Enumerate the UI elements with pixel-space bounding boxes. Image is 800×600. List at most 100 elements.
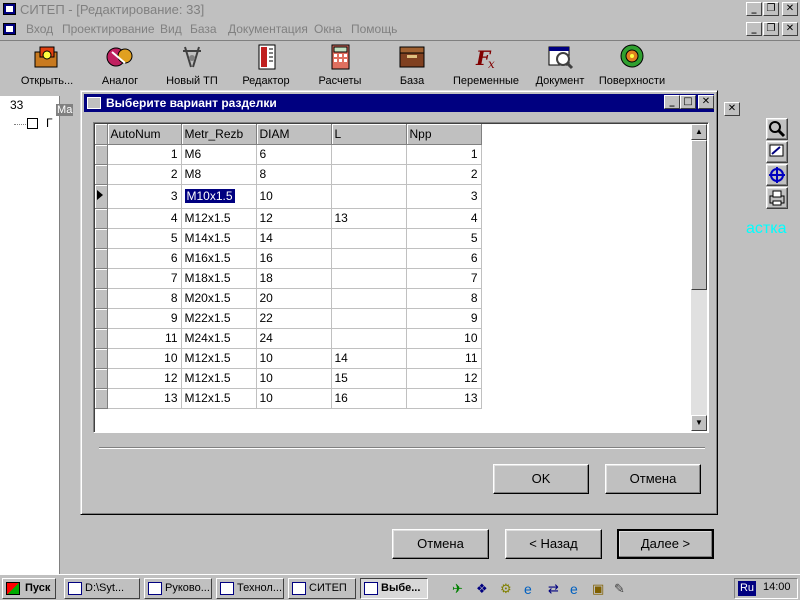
table-row[interactable]: 3 M10x1.5 10 3 [95,184,488,209]
row-indicator[interactable] [95,288,108,309]
toolbar-open-button[interactable]: Открыть... [14,43,80,91]
tree-expand-icon[interactable] [27,118,38,129]
column-header-metr-rezb[interactable]: Metr_Rezb [181,124,257,145]
toolbar-calculations-button[interactable]: Расчеты [312,43,368,91]
cell-autonum[interactable]: 12 [107,368,182,389]
cell-autonum[interactable]: 6 [107,248,182,269]
language-indicator[interactable]: Ru [738,581,756,596]
app-launch-icon[interactable]: ✈ [452,581,468,597]
table-row[interactable]: 2 M8 8 2 [95,164,488,185]
cell-metr-rezb[interactable]: M12x1.5 [181,208,257,229]
cell-l[interactable]: 13 [331,208,407,229]
cell-l[interactable] [331,328,407,349]
toolbar-analog-button[interactable]: Аналог [92,43,148,91]
cell-diam[interactable]: 10 [256,368,332,389]
taskbar-task[interactable]: Технол... [216,578,284,599]
grid-vertical-scrollbar[interactable]: ▲ ▼ [691,124,707,431]
row-indicator[interactable] [95,368,108,389]
cell-autonum[interactable]: 10 [107,348,182,369]
cell-autonum[interactable]: 4 [107,208,182,229]
row-indicator[interactable] [95,248,108,269]
cell-diam[interactable]: 22 [256,308,332,329]
menu-item-dokumentaciya[interactable]: Документация [228,22,308,36]
cell-l[interactable]: 15 [331,368,407,389]
cell-diam[interactable]: 12 [256,208,332,229]
cell-diam[interactable]: 6 [256,144,332,165]
table-row[interactable]: 10 M12x1.5 10 14 11 [95,348,488,369]
scroll-up-icon[interactable]: ▲ [691,124,707,140]
table-row[interactable]: 9 M22x1.5 22 9 [95,308,488,329]
row-indicator[interactable] [95,348,108,369]
cell-npp[interactable]: 3 [406,184,482,209]
app-icon[interactable] [3,3,16,15]
tree-node-label[interactable]: Г [46,116,53,130]
cell-npp[interactable]: 10 [406,328,482,349]
cell-metr-rezb[interactable]: M18x1.5 [181,268,257,289]
cell-metr-rezb[interactable]: M12x1.5 [181,388,257,409]
row-indicator[interactable] [95,268,108,289]
cell-npp[interactable]: 2 [406,164,482,185]
doc-close-icon[interactable]: ✕ [782,22,798,36]
network-icon[interactable]: ❖ [476,581,492,597]
cell-autonum[interactable]: 13 [107,388,182,409]
row-indicator[interactable] [95,388,108,409]
cell-l[interactable] [331,144,407,165]
cell-l[interactable] [331,248,407,269]
clock[interactable]: 14:00 [763,581,791,593]
table-row[interactable]: 8 M20x1.5 20 8 [95,288,488,309]
cell-autonum[interactable]: 3 [107,184,182,209]
toolbar-database-button[interactable]: База [390,43,434,91]
cell-autonum[interactable]: 8 [107,288,182,309]
cell-l[interactable] [331,308,407,329]
taskbar-task[interactable]: СИТЕП [288,578,356,599]
cell-l[interactable] [331,184,407,209]
row-indicator[interactable] [95,308,108,329]
data-grid[interactable]: AutoNum Metr_Rezb DIAM L Npp 1 M6 6 1 2 M8 8 2 3… [93,122,709,433]
cell-l[interactable] [331,268,407,289]
dialog-close-icon[interactable]: ✕ [698,95,714,109]
toolbar-variables-button[interactable]: Fx Переменные [450,43,522,91]
internet-explorer-icon[interactable]: e [524,581,540,597]
taskbar-task[interactable]: Руково... [144,578,212,599]
menu-item-vhod[interactable]: Вход [26,22,53,36]
print-button[interactable] [766,187,788,209]
table-row[interactable]: 12 M12x1.5 10 15 12 [95,368,488,389]
cell-diam[interactable]: 8 [256,164,332,185]
cell-metr-rezb[interactable]: M12x1.5 [181,348,257,369]
column-header-diam[interactable]: DIAM [256,124,332,145]
scroll-thumb[interactable] [691,140,707,290]
cell-metr-rezb[interactable]: M16x1.5 [181,248,257,269]
scroll-down-icon[interactable]: ▼ [691,415,707,431]
cell-autonum[interactable]: 7 [107,268,182,289]
cell-diam[interactable]: 16 [256,248,332,269]
menu-item-okna[interactable]: Окна [314,22,342,36]
doc-minimize-icon[interactable]: _ [746,22,762,36]
dialog-title-bar[interactable]: Выберите вариант разделки _ □ ✕ [84,94,714,112]
doc-restore-icon[interactable]: ❐ [763,22,779,36]
cell-l[interactable]: 16 [331,388,407,409]
cell-diam[interactable]: 18 [256,268,332,289]
cell-metr-rezb[interactable]: M24x1.5 [181,328,257,349]
notepad-icon[interactable]: ✎ [614,581,630,597]
toolbar-new-tp-button[interactable]: Новый ТП [162,43,222,91]
cell-npp[interactable]: 1 [406,144,482,165]
cell-diam[interactable]: 20 [256,288,332,309]
table-row[interactable]: 7 M18x1.5 18 7 [95,268,488,289]
cell-l[interactable] [331,228,407,249]
menu-item-proektirovanie[interactable]: Проектирование [62,22,155,36]
cell-diam[interactable]: 14 [256,228,332,249]
table-row[interactable]: 6 M16x1.5 16 6 [95,248,488,269]
table-row[interactable]: 5 M14x1.5 14 5 [95,228,488,249]
toolbar-surfaces-button[interactable]: Поверхности [596,43,668,91]
cell-npp[interactable]: 6 [406,248,482,269]
table-row[interactable]: 1 M6 6 1 [95,144,488,165]
cell-diam[interactable]: 10 [256,348,332,369]
cell-metr-rezb[interactable]: M14x1.5 [181,228,257,249]
wizard-back-button[interactable]: < Назад [505,529,602,559]
row-indicator[interactable] [95,208,108,229]
cell-npp[interactable]: 5 [406,228,482,249]
column-header-autonum[interactable]: AutoNum [107,124,182,145]
wizard-next-button[interactable]: Далее > [617,529,714,559]
cell-autonum[interactable]: 5 [107,228,182,249]
bg-window-close-icon[interactable]: ✕ [724,102,740,116]
